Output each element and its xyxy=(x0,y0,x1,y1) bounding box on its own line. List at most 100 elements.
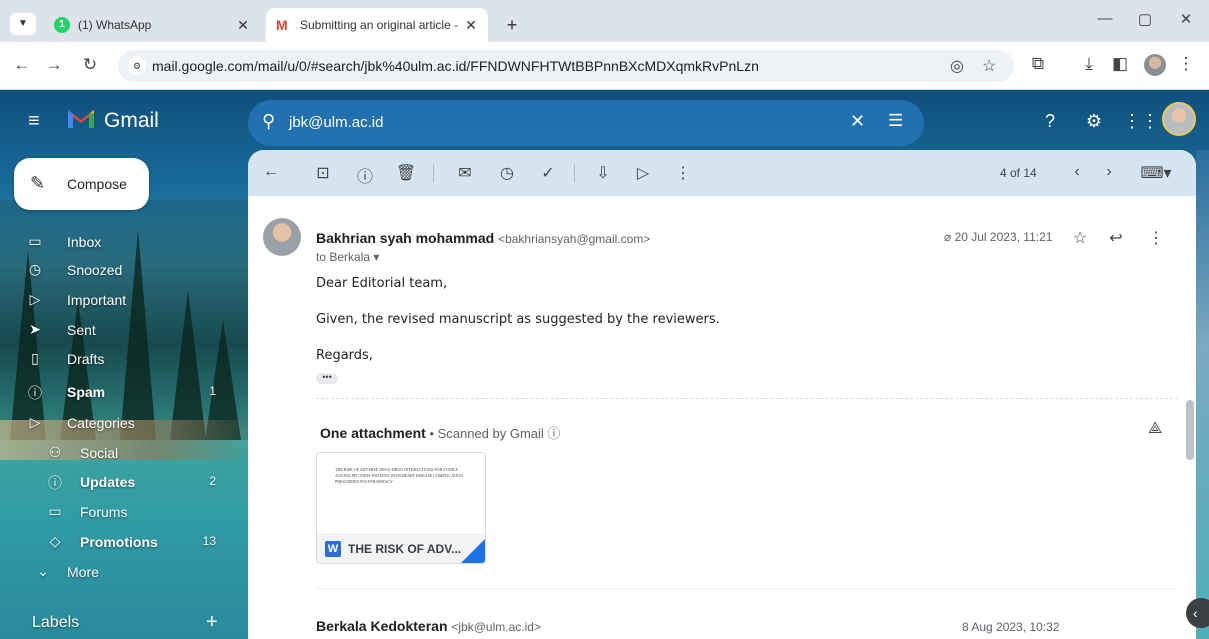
search-options-icon[interactable]: ☰ xyxy=(888,111,903,131)
profile-avatar[interactable] xyxy=(1144,54,1166,76)
scan-status-text: • Scanned by Gmail ⓘ xyxy=(425,426,561,441)
caret-down-icon: ▾ xyxy=(373,250,380,264)
add-task-icon[interactable]: ✓ xyxy=(537,163,559,183)
mark-unread-icon[interactable]: ✉ xyxy=(454,163,476,183)
add-label-button[interactable]: + xyxy=(206,611,218,634)
window-close-button[interactable]: ✕ xyxy=(1171,10,1201,28)
browser-menu-icon[interactable]: ⋮ xyxy=(1174,54,1198,74)
search-icon[interactable]: ⚲ xyxy=(262,111,275,132)
tab-close-icon[interactable]: ✕ xyxy=(232,17,254,34)
reload-icon[interactable]: ↻ xyxy=(78,55,102,75)
sender-name[interactable]: Bakhrian syah mohammad <bakhriansyah@gma… xyxy=(316,230,650,246)
scrollbar-thumb[interactable] xyxy=(1186,400,1194,460)
forward-icon[interactable]: → xyxy=(42,55,66,75)
sidebar-item-inbox[interactable]: ▭ Inbox xyxy=(0,228,230,256)
attachment-card[interactable]: THE RISK OF ADVERSE DRUG-DRUG INTERACTIO… xyxy=(316,452,486,564)
input-tools-icon[interactable]: ⌨▾ xyxy=(1138,163,1174,183)
sender-avatar[interactable] xyxy=(263,218,301,256)
message-more-icon[interactable]: ⋮ xyxy=(1146,228,1166,248)
restore-button[interactable]: ▢ xyxy=(1130,10,1160,28)
sidebar-item-label: Promotions xyxy=(80,534,158,550)
next-sender-email: <jbk@ulm.ac.id> xyxy=(451,620,541,634)
attachment-divider xyxy=(316,398,1178,399)
body-line: Regards, xyxy=(316,348,373,363)
pencil-icon: ✎ xyxy=(30,173,46,193)
sidebar-item-social[interactable]: ⚇ Social xyxy=(0,439,230,467)
sidebar-item-label: Important xyxy=(67,292,127,308)
mail-search-bar[interactable]: ⚲ jbk@ulm.ac.id ✕ ☰ xyxy=(248,100,924,146)
apps-grid-icon[interactable]: ⋮⋮ xyxy=(1123,111,1159,132)
tag-icon: ◇ xyxy=(49,533,61,549)
help-icon[interactable]: ? xyxy=(1038,111,1062,132)
newer-icon[interactable]: ‹ xyxy=(1066,163,1088,181)
back-icon[interactable]: ← xyxy=(10,55,34,75)
tab-close-icon[interactable]: ✕ xyxy=(460,17,482,34)
extensions-icon[interactable]: ⧉ xyxy=(1026,54,1050,74)
body-line: Given, the revised manuscript as suggest… xyxy=(316,312,720,327)
archive-icon[interactable]: ⊡ xyxy=(312,163,334,183)
sidebar-item-categories[interactable]: ▷ Categories xyxy=(0,409,230,437)
attachment-footer: W THE RISK OF ADV... xyxy=(317,533,485,563)
move-to-icon[interactable]: ⇩ xyxy=(592,163,614,183)
sidebar-item-snoozed[interactable]: ◷ Snoozed xyxy=(0,256,230,284)
sidebar-item-promotions[interactable]: ◇ Promotions 13 xyxy=(0,528,230,556)
tab-gmail[interactable]: M Submitting an original article - ✕ xyxy=(266,8,488,42)
inbox-icon: ▭ xyxy=(28,233,42,249)
add-to-drive-icon[interactable]: ⟁ xyxy=(1148,420,1162,438)
next-message-sender[interactable]: Berkala Kedokteran <jbk@ulm.ac.id> xyxy=(316,618,541,634)
sidebar-item-drafts[interactable]: ▯ Drafts xyxy=(0,345,230,373)
sidebar-item-label: Snoozed xyxy=(67,262,123,278)
bookmark-star-icon[interactable]: ☆ xyxy=(982,56,996,76)
side-panel-toggle-icon[interactable]: ‹ xyxy=(1186,598,1209,628)
sidebar-item-label: Forums xyxy=(80,504,128,520)
sidebar-item-updates[interactable]: ⓘ Updates 2 xyxy=(0,468,230,496)
star-icon[interactable]: ☆ xyxy=(1070,228,1090,248)
report-spam-icon[interactable]: ⓘ xyxy=(354,163,376,187)
delete-icon[interactable]: 🗑 xyxy=(395,163,417,183)
gmail-brand-text: Gmail xyxy=(104,109,159,132)
site-info-icon[interactable]: ⚙ xyxy=(128,57,146,75)
clear-search-icon[interactable]: ✕ xyxy=(850,111,865,132)
reply-icon[interactable]: ↩ xyxy=(1106,228,1126,248)
message-date: ⌀ 20 Jul 2023, 11:21 xyxy=(944,230,1052,244)
attachment-header: One attachment • Scanned by Gmail ⓘ xyxy=(320,423,560,442)
attachment-filename: THE RISK OF ADV... xyxy=(348,542,462,556)
attachment-count-text: One attachment xyxy=(320,425,426,441)
sidebar-item-sent[interactable]: ➤ Sent xyxy=(0,316,230,344)
sidebar-item-important[interactable]: ▷ Important xyxy=(0,286,230,314)
tab-title: Submitting an original article - xyxy=(300,18,459,32)
settings-gear-icon[interactable]: ⚙ xyxy=(1082,111,1106,132)
show-trimmed-content-button[interactable]: ••• xyxy=(316,373,338,384)
body-line: Dear Editorial team, xyxy=(316,276,448,291)
account-avatar[interactable] xyxy=(1162,102,1196,136)
back-to-list-icon[interactable]: ← xyxy=(260,163,282,181)
label-icon: ▷ xyxy=(29,414,41,430)
tab-whatsapp[interactable]: 1 (1) WhatsApp ✕ xyxy=(46,8,260,42)
compose-button[interactable]: ✎ Compose xyxy=(14,158,149,210)
main-menu-icon[interactable]: ≡ xyxy=(28,110,40,133)
sidebar-item-label: Social xyxy=(80,445,119,461)
gmail-favicon-icon: M xyxy=(276,17,288,33)
sidebar-item-more[interactable]: ⌄ More xyxy=(0,558,230,586)
new-tab-button[interactable]: + xyxy=(500,14,524,38)
eye-off-icon[interactable]: ◎ xyxy=(950,56,964,76)
word-doc-icon: W xyxy=(325,541,341,557)
sidebar-item-label: Categories xyxy=(67,415,135,431)
gmail-logo-icon[interactable] xyxy=(66,106,96,130)
address-bar[interactable]: ⚙ mail.google.com/mail/u/0/#search/jbk%4… xyxy=(118,50,1014,82)
snooze-icon[interactable]: ◷ xyxy=(496,163,518,183)
sidebar-item-forums[interactable]: ▭ Forums xyxy=(0,498,230,526)
search-input[interactable]: jbk@ulm.ac.id xyxy=(289,114,383,131)
minimize-button[interactable]: — xyxy=(1090,10,1120,27)
sidebar-item-spam[interactable]: ⓘ Spam 1 xyxy=(0,378,230,406)
label-as-icon[interactable]: ▷ xyxy=(632,163,654,183)
older-icon[interactable]: › xyxy=(1098,163,1120,181)
sidebar-item-label: Updates xyxy=(80,474,136,490)
more-options-icon[interactable]: ⋮ xyxy=(672,163,694,183)
message-divider xyxy=(316,588,1178,589)
side-panel-icon[interactable]: ◧ xyxy=(1108,54,1132,74)
gmail-app: ≡ Gmail ⚲ jbk@ulm.ac.id ✕ ☰ ? ⚙ ⋮⋮ ✎ Com… xyxy=(0,90,1209,639)
tab-search-dropdown-icon[interactable]: ▼ xyxy=(10,13,36,35)
download-icon[interactable]: ⤓ xyxy=(1077,54,1101,74)
recipient-dropdown[interactable]: to Berkala ▾ xyxy=(316,250,379,264)
